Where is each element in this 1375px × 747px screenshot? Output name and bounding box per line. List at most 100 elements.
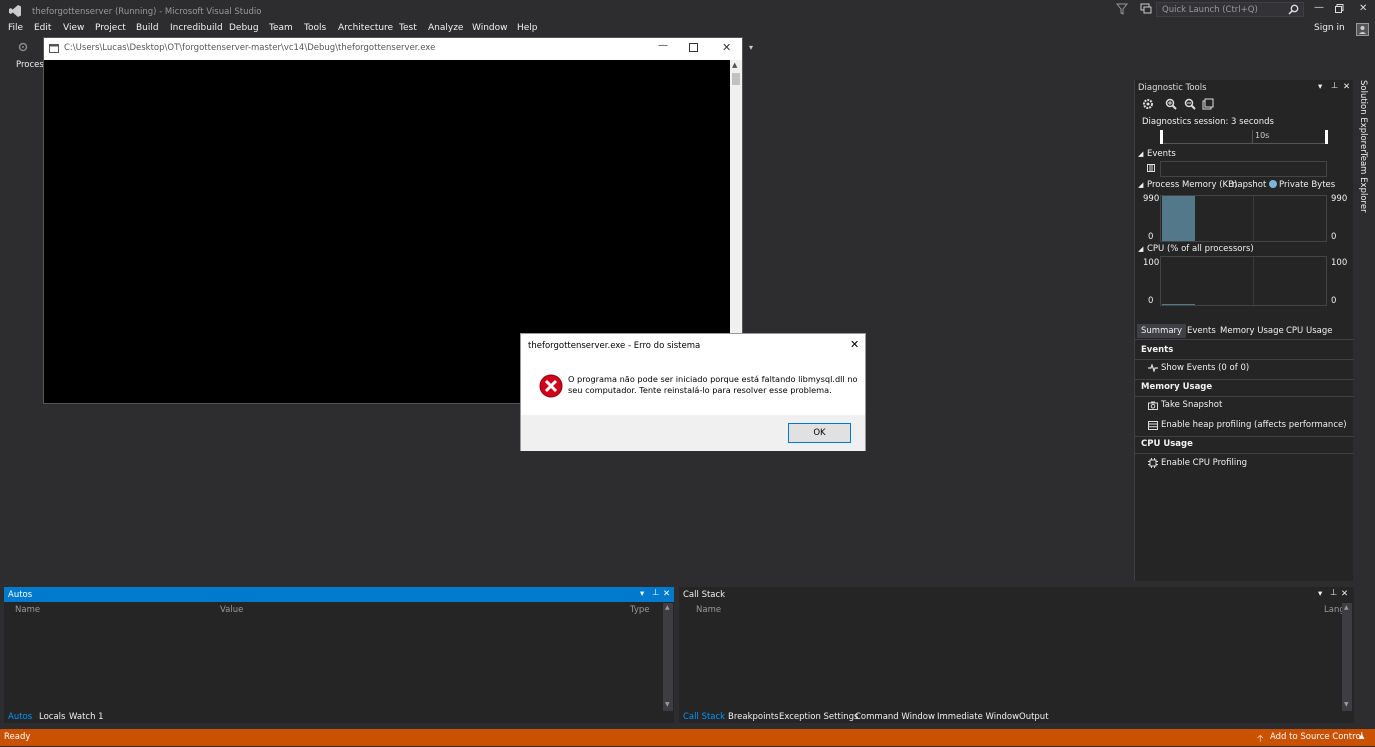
error-icon [539,374,563,398]
scroll-up-icon[interactable]: ▲ [732,61,737,69]
diag-settings-icon[interactable] [1142,98,1154,110]
autos-menu-icon[interactable]: ▾ [640,589,644,599]
tab-output[interactable]: Output [1019,712,1049,722]
tab-call-stack[interactable]: Call Stack [683,712,725,722]
callstack-pin-icon[interactable]: ⊥ [1330,588,1337,598]
events-collapse-icon[interactable]: ◢ [1138,150,1143,158]
console-title-bar: C:\Users\Lucas\Desktop\OT\forgottenserve… [44,38,742,60]
restore-icon[interactable] [1335,4,1344,13]
search-icon[interactable] [1288,4,1299,15]
zoom-out-icon[interactable] [1184,98,1196,110]
menu-analyze[interactable]: Analyze [428,23,463,33]
autos-pin-icon[interactable]: ⊥ [652,588,659,598]
memory-max-left: 990 [1143,194,1160,204]
callstack-scrollbar[interactable]: ▲ ▼ [1342,603,1352,711]
tab-exception-settings[interactable]: Exception Settings [779,712,858,722]
heap-icon [1148,421,1158,430]
dialog-close-icon[interactable]: ✕ [850,338,859,351]
ok-button[interactable]: OK [788,423,851,443]
menu-tools[interactable]: Tools [304,23,326,33]
menu-debug[interactable]: Debug [229,23,259,33]
callstack-menu-icon[interactable]: ▾ [1318,589,1322,599]
callstack-col-name[interactable]: Name [696,605,721,615]
tab-command-window[interactable]: Command Window [855,712,935,722]
events-section-title: Events [1141,345,1174,355]
source-control-up-icon[interactable]: 🡡 [1257,731,1263,747]
events-track[interactable] [1160,161,1327,177]
take-snapshot-link[interactable]: Take Snapshot [1161,400,1222,410]
menu-help[interactable]: Help [517,23,538,33]
panel-close-icon[interactable]: ✕ [1343,82,1350,92]
menu-file[interactable]: File [8,23,23,33]
heap-profiling-link[interactable]: Enable heap profiling (affects performan… [1161,420,1347,430]
break-events-icon[interactable] [1147,164,1155,172]
autos-col-value[interactable]: Value [220,605,243,615]
menu-window[interactable]: Window [472,23,508,33]
memory-collapse-icon[interactable]: ◢ [1138,181,1143,189]
diagnostic-tools-panel: Diagnostic Tools ▾ ⊥ ✕ Diagnostics sessi… [1134,80,1354,581]
account-icon[interactable] [1356,23,1369,36]
tab-autos[interactable]: Autos [8,712,32,722]
side-tab-solution-explorer[interactable]: Solution Explorer [1358,80,1368,153]
memory-bar [1162,196,1195,241]
filter-icon[interactable] [1116,3,1128,15]
source-control-caret-icon[interactable]: ▲ [1359,732,1364,740]
menu-build[interactable]: Build [136,23,159,33]
notifications-icon[interactable] [1140,3,1152,15]
tab-watch-1[interactable]: Watch 1 [69,712,104,722]
autos-col-name[interactable]: Name [15,605,40,615]
dialog-message-line2: seu computador. Tente reinstalá-lo para … [568,385,832,395]
tab-memory-usage[interactable]: Memory Usage [1220,326,1284,336]
menu-test[interactable]: Test [399,23,417,33]
close-icon[interactable]: ✕ [1359,3,1367,14]
status-text: Ready [4,732,31,742]
tab-breakpoints[interactable]: Breakpoints [728,712,779,722]
tab-immediate-window[interactable]: Immediate Window [937,712,1019,722]
menu-edit[interactable]: Edit [34,23,51,33]
reset-view-icon[interactable] [1202,98,1214,110]
autos-scrollbar[interactable]: ▲ ▼ [663,603,673,711]
zoom-in-icon[interactable] [1165,98,1177,110]
tab-summary[interactable]: Summary [1137,324,1187,338]
panel-menu-icon[interactable]: ▾ [1318,82,1322,92]
menu-architecture[interactable]: Architecture [338,23,393,33]
sign-in-link[interactable]: Sign in [1314,23,1345,33]
menu-team[interactable]: Team [269,23,293,33]
show-events-link[interactable]: Show Events (0 of 0) [1161,363,1249,373]
quick-launch-input[interactable]: Quick Launch (Ctrl+Q) [1156,2,1304,17]
tab-cpu-usage[interactable]: CPU Usage [1286,326,1332,336]
dialog-footer: OK [521,415,865,451]
menu-incredibuild[interactable]: Incredibuild [170,23,223,33]
memory-max-right: 990 [1331,194,1348,204]
memory-section-title: Memory Usage [1141,382,1213,392]
toolbar-dropdown-icon[interactable]: ▾ [749,43,753,52]
menu-project[interactable]: Project [95,23,126,33]
tab-locals[interactable]: Locals [39,712,65,722]
timeline-ruler[interactable]: 10s [1160,130,1328,144]
side-tab-team-explorer[interactable]: Team Explorer [1358,152,1368,213]
menu-view[interactable]: View [63,23,84,33]
minimize-icon[interactable]: — [1314,2,1324,13]
settings-icon[interactable] [18,42,28,52]
add-to-source-control[interactable]: Add to Source Control [1270,732,1363,742]
menu-bar: File Edit View Project Build Incredibuil… [0,22,1375,38]
console-maximize-icon[interactable] [689,43,698,52]
private-bytes-legend: Private Bytes [1279,180,1336,190]
cpu-section-title: CPU Usage [1141,439,1193,449]
autos-col-type[interactable]: Type [630,605,650,615]
cpu-graph[interactable] [1160,256,1327,306]
scroll-thumb[interactable] [732,73,740,85]
callstack-close-icon[interactable]: ✕ [1341,589,1348,599]
cpu-profiling-link[interactable]: Enable CPU Profiling [1161,458,1247,468]
autos-close-icon[interactable]: ✕ [663,589,670,599]
memory-graph[interactable] [1160,195,1327,242]
process-label: Proces [16,60,44,70]
events-icon [1148,364,1158,372]
autos-header: Autos ▾ ⊥ ✕ [4,587,674,602]
memory-graph-label: Process Memory (KB) [1147,180,1238,190]
console-close-icon[interactable]: ✕ [722,41,731,54]
console-minimize-icon[interactable]: — [658,40,668,51]
tab-events[interactable]: Events [1187,326,1216,336]
pin-icon[interactable]: ⊥ [1331,81,1338,91]
cpu-collapse-icon[interactable]: ◢ [1138,245,1143,253]
